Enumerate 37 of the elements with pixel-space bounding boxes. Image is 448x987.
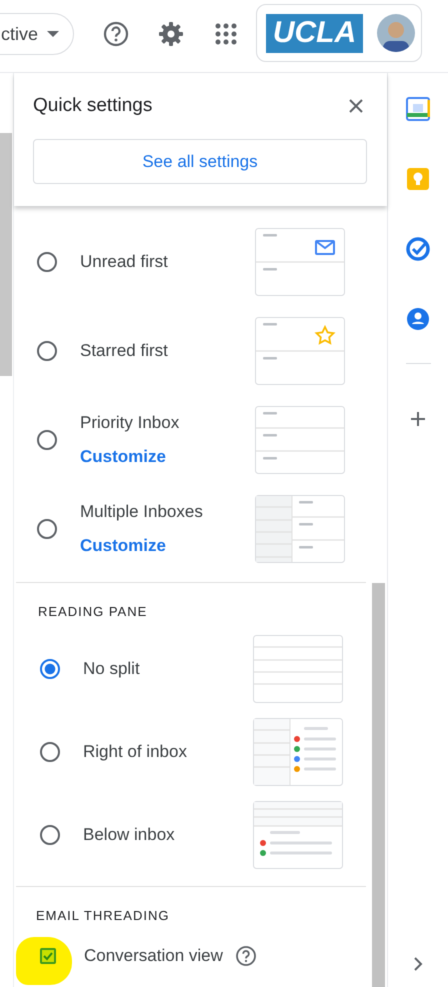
option-label[interactable]: Below inbox — [83, 825, 253, 845]
avatar[interactable] — [377, 14, 416, 52]
person-icon[interactable] — [406, 307, 430, 331]
radio-button[interactable] — [37, 430, 57, 450]
option-label[interactable]: Starred first — [80, 341, 255, 361]
scrollbar[interactable] — [372, 583, 385, 987]
settings-icon[interactable] — [157, 20, 186, 48]
calendar-icon[interactable] — [406, 97, 430, 121]
see-all-settings-button[interactable]: See all settings — [33, 139, 367, 184]
organization-logo: UCLA — [266, 14, 364, 52]
radio-button[interactable] — [37, 341, 57, 361]
radio-button[interactable] — [40, 825, 60, 845]
caret-icon — [47, 31, 60, 37]
option-label[interactable]: Unread first — [80, 252, 255, 272]
help-icon[interactable] — [102, 20, 130, 48]
customize-link[interactable]: Customize — [80, 536, 166, 556]
option-label[interactable]: Right of inbox — [83, 742, 253, 762]
section-heading: READING PANE — [37, 604, 148, 619]
chevron-icon[interactable] — [413, 957, 423, 971]
radio-button[interactable] — [40, 742, 60, 762]
radio-button[interactable] — [40, 659, 60, 679]
option-label[interactable]: Multiple Inboxes — [80, 502, 255, 522]
check-circle-icon[interactable] — [406, 237, 430, 261]
close-icon[interactable] — [348, 98, 364, 114]
checkbox[interactable] — [40, 948, 56, 964]
radio-button[interactable] — [37, 519, 57, 539]
help-icon[interactable] — [234, 945, 257, 967]
customize-link[interactable]: Customize — [80, 447, 166, 467]
filter-dropdown[interactable]: ctive — [0, 13, 74, 55]
plus-icon[interactable] — [409, 410, 427, 428]
option-label[interactable]: No split — [83, 659, 253, 679]
option-label[interactable]: Priority Inbox — [80, 413, 255, 433]
radio-button[interactable] — [37, 252, 57, 272]
account-switcher[interactable]: UCLA — [256, 4, 422, 62]
option-label[interactable]: Conversation view — [84, 946, 223, 966]
panel-title: Quick settings — [33, 95, 152, 117]
section-heading: EMAIL THREADING — [35, 908, 170, 923]
